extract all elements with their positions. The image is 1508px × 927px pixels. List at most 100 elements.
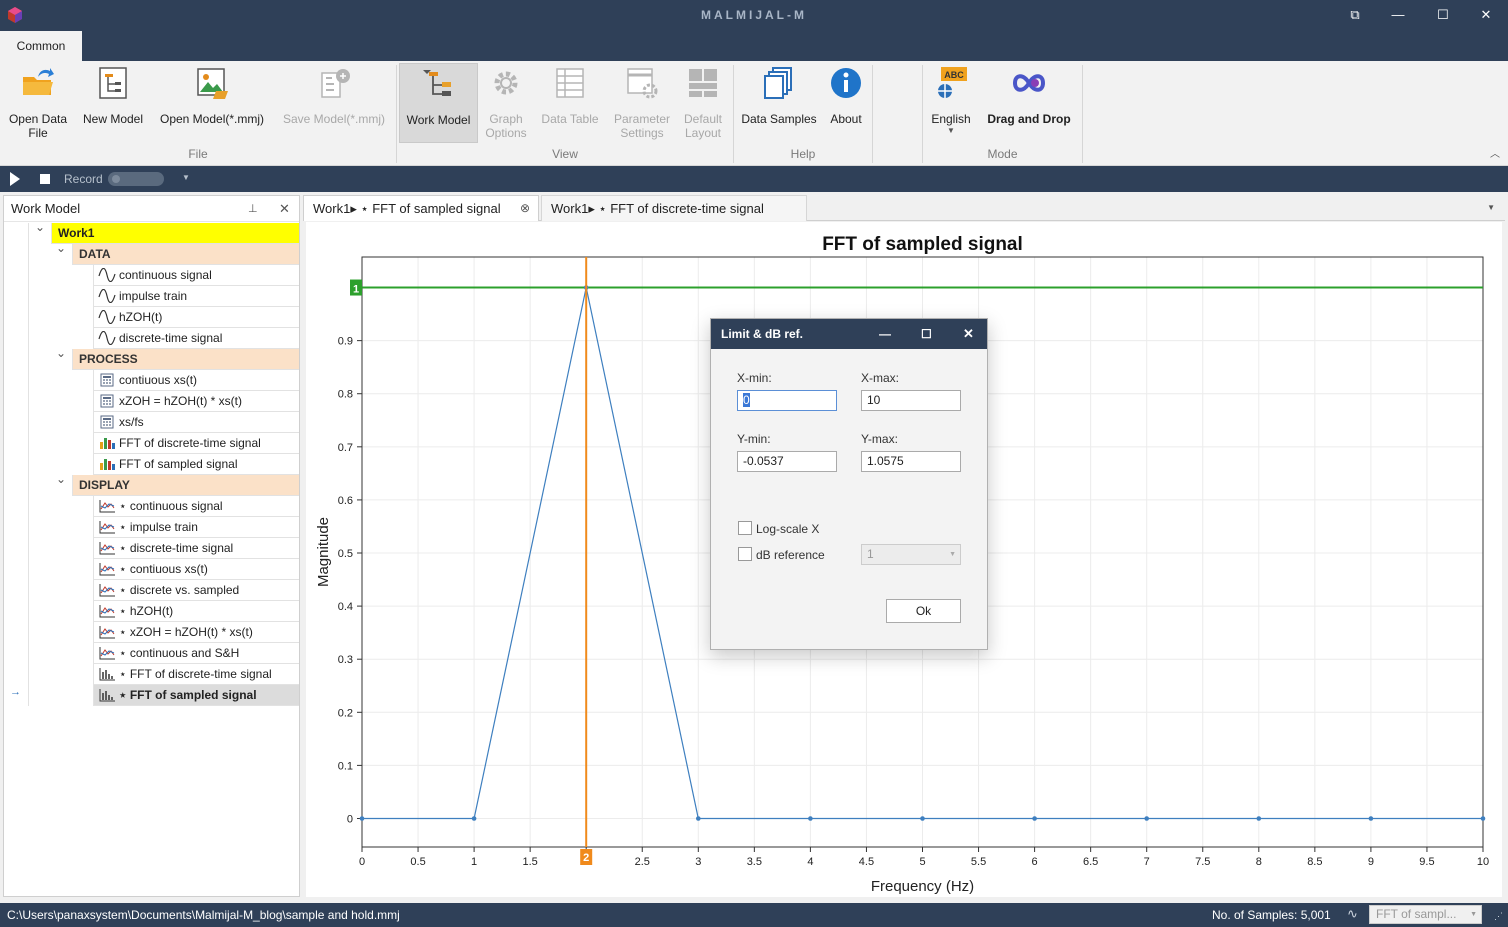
dialog-maximize-button[interactable]: ☐ (921, 319, 932, 349)
ymax-field[interactable]: 1.0575 (861, 451, 961, 472)
tree-item[interactable]: ⋆ discrete-time signal (93, 538, 299, 559)
y-tick-label: 0.9 (338, 336, 353, 348)
tree-root[interactable]: Work1 (51, 223, 299, 244)
ymin-field[interactable]: -0.0537 (737, 451, 837, 472)
tree-item[interactable]: ⋆ contiuous xs(t) (93, 559, 299, 580)
line-plot-icon (99, 500, 115, 513)
tab-fft-sampled[interactable]: Work1▸ ⋆ FFT of sampled signal ⊗ (303, 195, 539, 221)
ok-button[interactable]: Ok (886, 599, 961, 623)
open-folder-icon (23, 68, 54, 95)
tree-item-label: xs/fs (119, 415, 144, 429)
graph-options-label-2: Options (485, 126, 527, 140)
default-layout-button[interactable]: Default Layout (678, 65, 728, 140)
tab-common[interactable]: Common (0, 31, 82, 61)
dbref-label: dB reference (756, 548, 825, 562)
waveform-icon (98, 268, 116, 282)
tree-item[interactable]: xZOH = hZOH(t) * xs(t) (93, 391, 299, 412)
line-plot-icon (99, 626, 115, 639)
y-tick-label: 0.1 (338, 760, 353, 772)
close-button[interactable]: ✕ (1474, 5, 1498, 25)
work-model-label: Work Model (406, 113, 471, 127)
graph-selector[interactable]: FFT of sampl... ▼ (1369, 905, 1482, 924)
close-tab-icon[interactable]: ⊗ (520, 196, 530, 221)
parameter-settings-button[interactable]: Parameter Settings (610, 65, 674, 140)
tree-item[interactable]: ⋆ discrete vs. sampled (93, 580, 299, 601)
open-data-label-1: Open Data (8, 112, 68, 126)
tree-group-display[interactable]: DISPLAY (72, 475, 299, 496)
tab-label: Work1▸ ⋆ FFT of discrete-time signal (551, 201, 764, 216)
xmin-field[interactable]: 0 (737, 390, 837, 411)
calculator-icon (100, 394, 114, 408)
play-icon[interactable] (10, 172, 20, 186)
tree-group-process[interactable]: PROCESS (72, 349, 299, 370)
dialog-title-bar: Limit & dB ref. — ☐ ✕ (711, 319, 987, 349)
expand-chevron-icon[interactable]: ⌄ (56, 472, 66, 486)
drag-and-drop-button[interactable]: Drag and Drop (982, 65, 1076, 126)
tree-item-label: FFT of discrete-time signal (119, 436, 261, 450)
xmax-field[interactable]: 10 (861, 390, 961, 411)
tree-item[interactable]: hZOH(t) (93, 307, 299, 328)
tree-item[interactable]: ⋆ continuous signal (93, 496, 299, 517)
dbref-select[interactable]: 1 ▼ (861, 544, 961, 565)
tree-item[interactable]: FFT of discrete-time signal (93, 433, 299, 454)
tree-item[interactable]: ⋆ continuous and S&H (93, 643, 299, 664)
x-tick-label: 2.5 (635, 856, 650, 868)
new-model-button[interactable]: New Model (78, 65, 148, 126)
minimize-button[interactable]: — (1386, 5, 1410, 25)
expand-chevron-icon[interactable]: ⌄ (56, 346, 66, 360)
tab-list-dropdown-icon[interactable]: ▼ (1487, 203, 1495, 212)
graph-options-button[interactable]: Graph Options (480, 65, 532, 140)
document-tabs: Work1▸ ⋆ FFT of sampled signal ⊗ Work1▸ … (303, 195, 1505, 221)
tree-item-label: xZOH = hZOH(t) * xs(t) (119, 394, 242, 408)
line-plot-icon (99, 563, 115, 576)
maximize-button[interactable]: ☐ (1431, 5, 1455, 25)
svg-text:ABC: ABC (944, 70, 964, 80)
histogram-icon (99, 668, 115, 681)
line-plot-icon (99, 605, 115, 618)
language-dropdown[interactable]: ABC English ▼ (928, 65, 974, 136)
dialog-minimize-button[interactable]: — (879, 319, 891, 349)
tree-item[interactable]: contiuous xs(t) (93, 370, 299, 391)
tree-item[interactable]: FFT of sampled signal (93, 454, 299, 475)
tree-item-label: ⋆ FFT of sampled signal (119, 688, 257, 702)
x-tick-label: 9 (1368, 856, 1374, 868)
stop-icon[interactable] (40, 174, 50, 184)
x-tick-label: 1.5 (523, 856, 538, 868)
tree-group-data[interactable]: DATA (72, 244, 299, 265)
open-model-button[interactable]: Open Model(*.mmj) (154, 65, 270, 126)
record-toggle[interactable] (108, 172, 164, 186)
data-point (1480, 816, 1486, 821)
tree-item[interactable]: ⋆ FFT of discrete-time signal (93, 664, 299, 685)
restore-layout-icon[interactable]: ⧉ (1343, 5, 1367, 25)
save-model-button[interactable]: Save Model(*.mmj) (276, 65, 392, 126)
group-separator (1082, 65, 1083, 163)
dialog-close-button[interactable]: ✕ (963, 319, 974, 349)
tree-item[interactable]: ⋆ hZOH(t) (93, 601, 299, 622)
tree-item[interactable]: impulse train (93, 286, 299, 307)
tree-item[interactable]: xs/fs (93, 412, 299, 433)
expand-chevron-icon[interactable]: ⌄ (35, 220, 45, 234)
close-panel-icon[interactable]: ✕ (279, 196, 290, 222)
pin-icon[interactable]: ⊥ (248, 196, 258, 222)
tree-item[interactable]: ⋆ impulse train (93, 517, 299, 538)
tree-item[interactable]: discrete-time signal (93, 328, 299, 349)
expand-chevron-icon[interactable]: ⌄ (56, 241, 66, 255)
line-plot-icon (99, 647, 115, 660)
logscale-checkbox[interactable] (738, 521, 752, 535)
ref-line-marker-label: 1 (353, 284, 359, 296)
data-table-button[interactable]: Data Table (536, 65, 604, 126)
tree-item-label: ⋆ impulse train (119, 520, 198, 534)
collapse-ribbon-icon[interactable]: ︿ (1490, 145, 1500, 160)
record-dropdown-icon[interactable]: ▼ (182, 173, 190, 182)
open-data-file-button[interactable]: Open Data File (4, 65, 72, 140)
dbref-checkbox[interactable] (738, 547, 752, 561)
data-samples-button[interactable]: Data Samples (738, 65, 820, 126)
tab-fft-discrete[interactable]: Work1▸ ⋆ FFT of discrete-time signal (541, 195, 807, 221)
save-model-icon (321, 69, 350, 98)
tree-item[interactable]: ⋆ xZOH = hZOH(t) * xs(t) (93, 622, 299, 643)
resize-grip-icon[interactable]: ⋰ (1494, 911, 1503, 922)
work-model-button[interactable]: Work Model (399, 63, 478, 143)
tree-item[interactable]: continuous signal (93, 265, 299, 286)
about-button[interactable]: About (824, 65, 868, 126)
tree-item[interactable]: ⋆ FFT of sampled signal (93, 685, 299, 706)
